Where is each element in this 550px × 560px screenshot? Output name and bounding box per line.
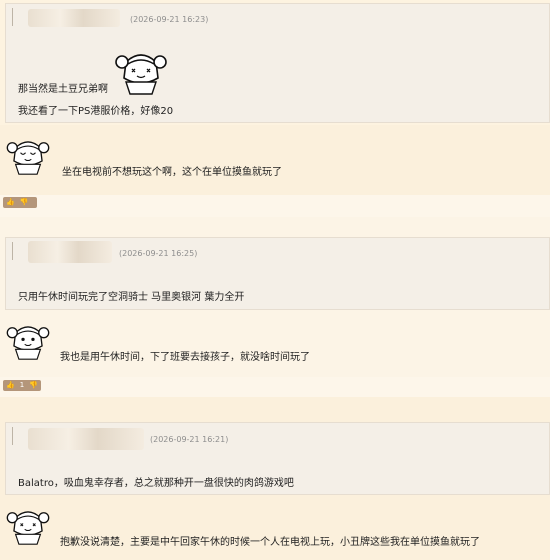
avatar-girl-icon <box>6 511 50 545</box>
avatar-girl-icon <box>6 326 50 360</box>
thumbs-down-icon[interactable]: 👎 <box>29 380 38 391</box>
blurred-username <box>28 9 120 27</box>
avatar-girl-icon <box>6 141 50 175</box>
page: { "posts": [ { "quote": { "timestamp": "… <box>0 0 550 560</box>
vote-count: 1 <box>19 381 25 389</box>
vote-buttons[interactable]: 👍 👎 <box>3 197 37 208</box>
blurred-username <box>28 428 144 450</box>
quote-timestamp: (2026-09-21 16:23) <box>130 15 209 24</box>
post-footer-background <box>0 377 550 397</box>
quote-line: Balatro，吸血鬼幸存者，总之就那种开一盘很快的肉鸽游戏吧 <box>18 478 294 489</box>
thumbs-up-icon[interactable]: 👍 <box>6 380 15 391</box>
reply-text: 抱歉没说清楚，主要是中午回家午休的时候一个人在电视上玩，小丑牌这些我在单位摸鱼就… <box>60 537 480 548</box>
quote-timestamp: (2026-09-21 16:21) <box>150 435 229 444</box>
quote-marker <box>12 8 13 26</box>
quote-timestamp: (2026-09-21 16:25) <box>119 249 198 258</box>
reply-text: 我也是用午休时间，下了班要去接孩子，就没啥时间玩了 <box>60 352 310 363</box>
quote-line: 只用午休时间玩完了空洞骑士 马里奥银河 葉力全开 <box>18 292 245 303</box>
quote-marker <box>12 427 13 445</box>
post-footer-background <box>0 195 550 217</box>
quote-marker <box>12 242 13 260</box>
vote-buttons[interactable]: 👍 1 👎 <box>3 380 41 391</box>
blurred-username <box>28 241 112 263</box>
thumbs-up-icon[interactable]: 👍 <box>6 197 15 208</box>
quote-line: 那当然是土豆兄弟啊 <box>18 84 108 95</box>
quote-line: 我还看了一下PS港服价格，好像20 <box>18 106 174 117</box>
reply-text: 坐在电视前不想玩这个啊，这个在单位摸鱼就玩了 <box>62 167 282 178</box>
sticker-girl-icon <box>115 54 167 95</box>
thumbs-down-icon[interactable]: 👎 <box>20 197 29 208</box>
post-background <box>0 125 550 195</box>
